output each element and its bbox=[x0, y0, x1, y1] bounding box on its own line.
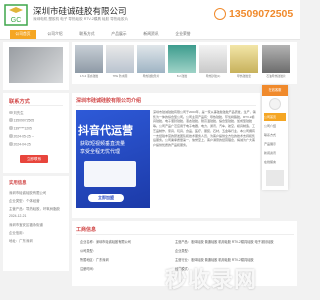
float-item-contact[interactable]: 联系方式 bbox=[264, 131, 286, 139]
phone-icon bbox=[214, 8, 226, 20]
product-thumb[interactable] bbox=[262, 45, 290, 73]
banner-title: 抖音代运营 bbox=[78, 125, 133, 137]
banner-sub2: 享受全程无忧代理 bbox=[80, 149, 121, 155]
float-item-products[interactable]: 产品展示 bbox=[264, 140, 286, 148]
qr-code bbox=[266, 170, 284, 186]
company-name: 深圳市硅诚硅胶有限公司 bbox=[33, 6, 127, 16]
product-label[interactable]: 8:2 硅胶 bbox=[167, 74, 197, 78]
product-thumb[interactable] bbox=[137, 45, 165, 73]
mobile-icon bbox=[9, 126, 13, 130]
float-item-about[interactable]: 公司介绍 bbox=[264, 122, 286, 130]
info-row: 地址：广东深圳 bbox=[9, 239, 33, 243]
factory-photo bbox=[9, 47, 63, 83]
product-thumb[interactable] bbox=[168, 45, 196, 73]
business-row: 企业类型： bbox=[175, 249, 191, 253]
nav-products[interactable]: 产品展示 bbox=[106, 30, 132, 39]
business-row: 注册时间： bbox=[80, 267, 96, 271]
product-thumb[interactable] bbox=[75, 45, 103, 73]
banner-sub1: 获取短视频垂直流量 bbox=[80, 141, 126, 147]
nav-home[interactable]: 公司首页 bbox=[10, 30, 36, 39]
nav-honors[interactable]: 企业荣誉 bbox=[170, 30, 196, 39]
business-row: 主营产品：液体硅胶 普通硅胶 机用硅胶 RTV-2模具硅胶 电子灌封硅胶 bbox=[175, 240, 274, 244]
contact-updated: 2024-04-25 bbox=[13, 142, 31, 147]
info-row: 主营产品：导热硅胶，环氧树脂胶 bbox=[9, 207, 60, 211]
header-phone[interactable]: 13509072505 bbox=[229, 8, 293, 20]
calendar-icon bbox=[9, 134, 13, 138]
banner-phone-image bbox=[84, 161, 136, 187]
intro-title: 深圳市硅诚硅胶有限公司介绍 bbox=[76, 98, 142, 104]
product-thumb[interactable] bbox=[106, 45, 134, 73]
float-item-message[interactable]: 在线留言 bbox=[264, 158, 286, 166]
float-item-news[interactable]: 新闻资讯 bbox=[264, 149, 286, 157]
banner-join-button[interactable]: 立即加盟 bbox=[88, 194, 124, 202]
business-title: 工商信息 bbox=[76, 227, 97, 233]
contact-now-button[interactable]: 立即联系 bbox=[20, 155, 48, 163]
product-thumb[interactable] bbox=[230, 45, 258, 73]
clock-icon bbox=[9, 142, 13, 146]
business-row: 所属地区：广东深圳 bbox=[80, 258, 109, 262]
info-title: 实用信息 bbox=[9, 180, 27, 185]
user-icon bbox=[9, 110, 13, 114]
info-row: 2024-12-21 bbox=[9, 214, 27, 218]
divider bbox=[76, 105, 256, 106]
product-label[interactable]: 导热硅胶垫片 bbox=[136, 74, 166, 78]
phone-icon bbox=[9, 118, 13, 122]
business-row: 公司类型： bbox=[80, 249, 96, 253]
watermark: 秒收录网 bbox=[165, 267, 258, 292]
intro-paragraph: 深圳市硅诚硅胶有限公司于2003年，是一家从事硅胶硅胶产品研发，生产，销售为一体… bbox=[153, 110, 256, 147]
info-row: 深圳市硅诚硅胶有限公司 bbox=[9, 191, 47, 195]
product-label[interactable]: TPE 防水圈 bbox=[105, 74, 135, 78]
product-thumb[interactable] bbox=[199, 45, 227, 73]
product-label[interactable]: 导热硅胶套 bbox=[229, 74, 259, 78]
float-panel-head[interactable]: 在线客服 bbox=[262, 85, 288, 96]
company-logo[interactable]: GC bbox=[4, 4, 28, 26]
info-row: 企业类型：个体经营 bbox=[9, 199, 40, 203]
contact-title: 联系方式 bbox=[9, 99, 30, 105]
nav-contact[interactable]: 联系方式 bbox=[74, 30, 100, 39]
contact-mobile: 139****1205 bbox=[13, 126, 32, 131]
company-tagline: 深圳电机 塑胶机 电子 导热硅胶 RTV-2模具 硅胶 导热硅胶片 bbox=[33, 17, 129, 21]
product-label[interactable]: 石油导热硅胶片 bbox=[261, 74, 291, 78]
float-item-home[interactable]: 公司首页 bbox=[264, 113, 286, 121]
product-label[interactable]: 1.5-2 液态硅胶 bbox=[74, 74, 104, 78]
nav-about[interactable]: 公司介绍 bbox=[42, 30, 68, 39]
info-row: 企业信用： bbox=[9, 231, 26, 235]
divider bbox=[76, 234, 294, 235]
avatar bbox=[269, 98, 281, 110]
product-label[interactable]: 导热矽胶(1) bbox=[198, 74, 228, 78]
side-banner bbox=[3, 42, 69, 90]
nav-news[interactable]: 新闻资讯 bbox=[138, 30, 164, 39]
contact-phone[interactable]: 13509072505 bbox=[13, 119, 34, 123]
divider bbox=[9, 105, 63, 106]
business-row: 企业名称：深圳市硅诚硅胶有限公司 bbox=[80, 240, 131, 244]
info-row: 深圳市宝安区福永街道 bbox=[9, 223, 43, 227]
contact-person: 刘先生 bbox=[13, 111, 24, 115]
contact-date: 2024-05-25 -- bbox=[13, 134, 34, 139]
svg-text:GC: GC bbox=[11, 17, 22, 24]
